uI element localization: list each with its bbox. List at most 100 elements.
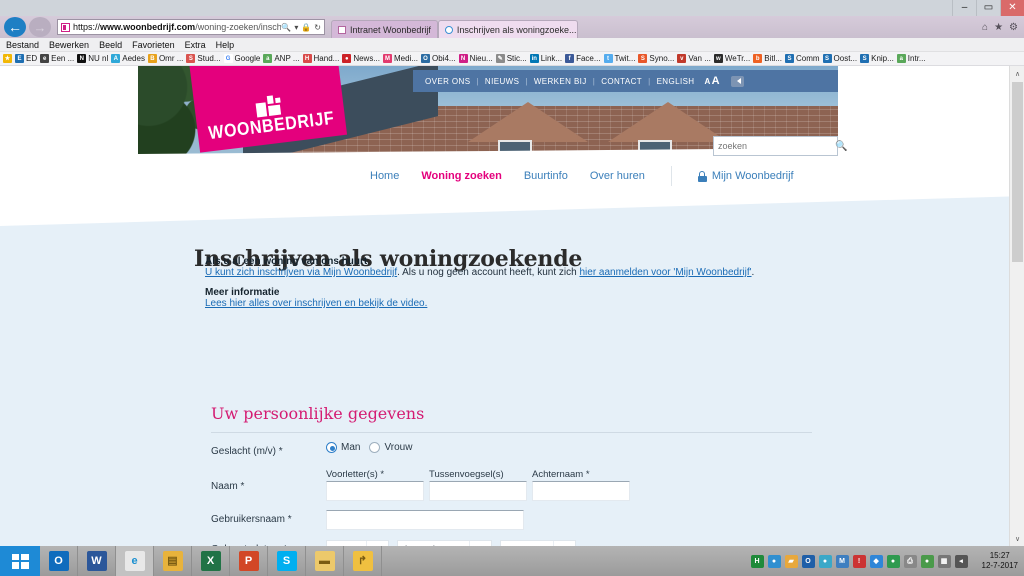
nav-over-huren[interactable]: Over huren bbox=[590, 170, 645, 182]
intro-link-inschrijven[interactable]: U kunt zich inschrijven via Mijn Woonbed… bbox=[205, 267, 397, 278]
home-icon[interactable]: ⌂ bbox=[982, 22, 988, 33]
refresh-icon[interactable]: ↻ bbox=[314, 23, 321, 32]
achternaam-input[interactable] bbox=[532, 481, 630, 501]
utility-nav-nieuws[interactable]: NIEUWS bbox=[485, 77, 519, 86]
utility-nav-english[interactable]: ENGLISH bbox=[657, 77, 695, 86]
bookmark-item[interactable]: w WeTr... bbox=[713, 54, 750, 63]
scroll-down-icon[interactable]: ∨ bbox=[1010, 531, 1024, 546]
nav-woning-zoeken[interactable]: Woning zoeken bbox=[421, 170, 501, 182]
intro-link-aanmelden[interactable]: hier aanmelden voor 'Mijn Woonbedrijf' bbox=[579, 267, 751, 278]
bookmark-item[interactable]: S Comm bbox=[784, 54, 820, 63]
maximize-button[interactable]: ▭ bbox=[976, 0, 1000, 16]
bookmark-item[interactable]: H Hand... bbox=[302, 54, 339, 63]
outlook-tray-icon[interactable]: O bbox=[801, 554, 815, 568]
radio-vrouw-dot[interactable] bbox=[369, 442, 381, 453]
bookmark-item[interactable]: S Syno... bbox=[638, 54, 674, 63]
search-input[interactable] bbox=[718, 141, 835, 151]
chevron-down-icon[interactable]: ▾ bbox=[294, 23, 298, 32]
start-button[interactable] bbox=[0, 546, 40, 576]
taskbar-folder[interactable]: ▬ bbox=[306, 546, 344, 576]
minimize-button[interactable]: – bbox=[952, 0, 976, 16]
voorletters-input[interactable] bbox=[326, 481, 424, 501]
bookmark-item[interactable]: ● News... bbox=[342, 54, 380, 63]
radio-man[interactable]: Man bbox=[326, 442, 360, 453]
utility-nav-werken-bij[interactable]: WERKEN BIJ bbox=[534, 77, 587, 86]
bookmark-item[interactable]: b Bitl... bbox=[753, 54, 782, 63]
bookmark-item[interactable]: E ED bbox=[15, 54, 37, 63]
nav-home[interactable]: Home bbox=[370, 170, 399, 182]
nav-buurtinfo[interactable]: Buurtinfo bbox=[524, 170, 568, 182]
bookmark-item[interactable]: S Stud... bbox=[186, 54, 221, 63]
folder-tray-icon[interactable]: ▰ bbox=[784, 554, 798, 568]
gebruikersnaam-input[interactable] bbox=[326, 510, 524, 530]
menu-help[interactable]: Help bbox=[216, 40, 235, 50]
radio-vrouw[interactable]: Vrouw bbox=[369, 442, 412, 453]
taskbar-internet-explorer[interactable]: e bbox=[116, 546, 154, 576]
bookmark-item[interactable]: A Aedes bbox=[111, 54, 145, 63]
mail-icon[interactable]: M bbox=[835, 554, 849, 568]
menu-extra[interactable]: Extra bbox=[185, 40, 206, 50]
search-icon[interactable]: 🔍 bbox=[835, 141, 847, 152]
taskbar-clock[interactable]: 15:27 12-7-2017 bbox=[982, 551, 1018, 572]
bookmark-item[interactable]: ✎ Stic... bbox=[495, 54, 527, 63]
utility-nav-over-ons[interactable]: OVER ONS bbox=[425, 77, 470, 86]
text-size-toggle[interactable]: A A bbox=[704, 75, 720, 87]
radio-man-dot[interactable] bbox=[326, 442, 337, 453]
favorites-star-icon[interactable]: ★ bbox=[994, 22, 1003, 33]
bookmark-item[interactable]: v Van ... bbox=[677, 54, 711, 63]
bookmark-item[interactable]: O Obi4... bbox=[421, 54, 456, 63]
earth-icon[interactable]: ● bbox=[886, 554, 900, 568]
forward-button[interactable]: → bbox=[29, 17, 51, 37]
hp-icon[interactable]: H bbox=[750, 554, 764, 568]
bookmark-item[interactable]: B Omr ... bbox=[147, 54, 183, 63]
utility-nav-contact[interactable]: CONTACT bbox=[601, 77, 642, 86]
network-globe-icon[interactable]: ● bbox=[818, 554, 832, 568]
bookmark-item[interactable]: f Face... bbox=[565, 54, 601, 63]
bookmark-item[interactable]: G Google bbox=[223, 54, 260, 63]
page-scrollbar[interactable]: ∧ ∨ bbox=[1009, 66, 1024, 546]
bookmark-item[interactable]: M Medi... bbox=[383, 54, 418, 63]
browser-tab-inschrijven[interactable]: Inschrijven als woningzoeke... ✕ bbox=[437, 20, 578, 38]
bookmark-item[interactable]: S Oost... bbox=[822, 54, 857, 63]
search-icon[interactable]: 🔍 bbox=[281, 23, 291, 32]
taskbar-shortcut-app[interactable]: ↱ bbox=[344, 546, 382, 576]
bookmark-item[interactable]: N Nieu... bbox=[458, 54, 493, 63]
taskbar-powerpoint[interactable]: P bbox=[230, 546, 268, 576]
speaker-icon[interactable] bbox=[731, 75, 745, 87]
bookmark-item[interactable]: ★ bbox=[3, 54, 12, 63]
menu-favorieten[interactable]: Favorieten bbox=[132, 40, 175, 50]
menu-bestand[interactable]: Bestand bbox=[6, 40, 39, 50]
bookmark-item[interactable]: S Knip... bbox=[860, 54, 894, 63]
settings-gear-icon[interactable]: ⚙ bbox=[1009, 22, 1018, 33]
bookmark-item[interactable]: in Link... bbox=[529, 54, 562, 63]
bookmark-item[interactable]: a ANP ... bbox=[263, 54, 300, 63]
globe-icon[interactable]: ● bbox=[767, 554, 781, 568]
bookmark-item[interactable]: t Twit... bbox=[603, 54, 635, 63]
intro-link-video[interactable]: Lees hier alles over inschrijven en beki… bbox=[205, 298, 427, 309]
dropbox-icon[interactable]: ◆ bbox=[869, 554, 883, 568]
alert-icon[interactable]: ! bbox=[852, 554, 866, 568]
address-bar[interactable]: https://www.woonbedrijf.com/woning-zoeke… bbox=[57, 19, 325, 35]
bookmark-item[interactable]: N NU nl bbox=[77, 54, 108, 63]
scroll-up-icon[interactable]: ∧ bbox=[1010, 66, 1024, 81]
taskbar-word[interactable]: W bbox=[78, 546, 116, 576]
taskbar-excel[interactable]: X bbox=[192, 546, 230, 576]
browser-tab-intranet[interactable]: Intranet Woonbedrijf bbox=[331, 20, 438, 38]
printer-icon[interactable]: ⎙ bbox=[903, 554, 917, 568]
network-icon[interactable]: ▦ bbox=[937, 554, 951, 568]
back-button[interactable]: ← bbox=[4, 17, 26, 37]
bookmark-item[interactable]: e Een ... bbox=[40, 54, 74, 63]
taskbar-skype[interactable]: S bbox=[268, 546, 306, 576]
taskbar-outlook[interactable]: O bbox=[40, 546, 78, 576]
scrollbar-thumb[interactable] bbox=[1012, 82, 1023, 262]
taskbar-file-explorer[interactable]: ▤ bbox=[154, 546, 192, 576]
volume-icon[interactable]: ◂ bbox=[954, 554, 968, 568]
menu-beeld[interactable]: Beeld bbox=[99, 40, 122, 50]
menu-bewerken[interactable]: Bewerken bbox=[49, 40, 89, 50]
close-button[interactable]: ✕ bbox=[1000, 0, 1024, 16]
nav-mijn-woonbedrijf[interactable]: Mijn Woonbedrijf bbox=[697, 170, 794, 182]
bookmark-item[interactable]: a Intr... bbox=[896, 54, 926, 63]
tussenvoegsel-input[interactable] bbox=[429, 481, 527, 501]
site-search[interactable]: 🔍 bbox=[713, 136, 847, 156]
shield-icon[interactable]: ● bbox=[920, 554, 934, 568]
